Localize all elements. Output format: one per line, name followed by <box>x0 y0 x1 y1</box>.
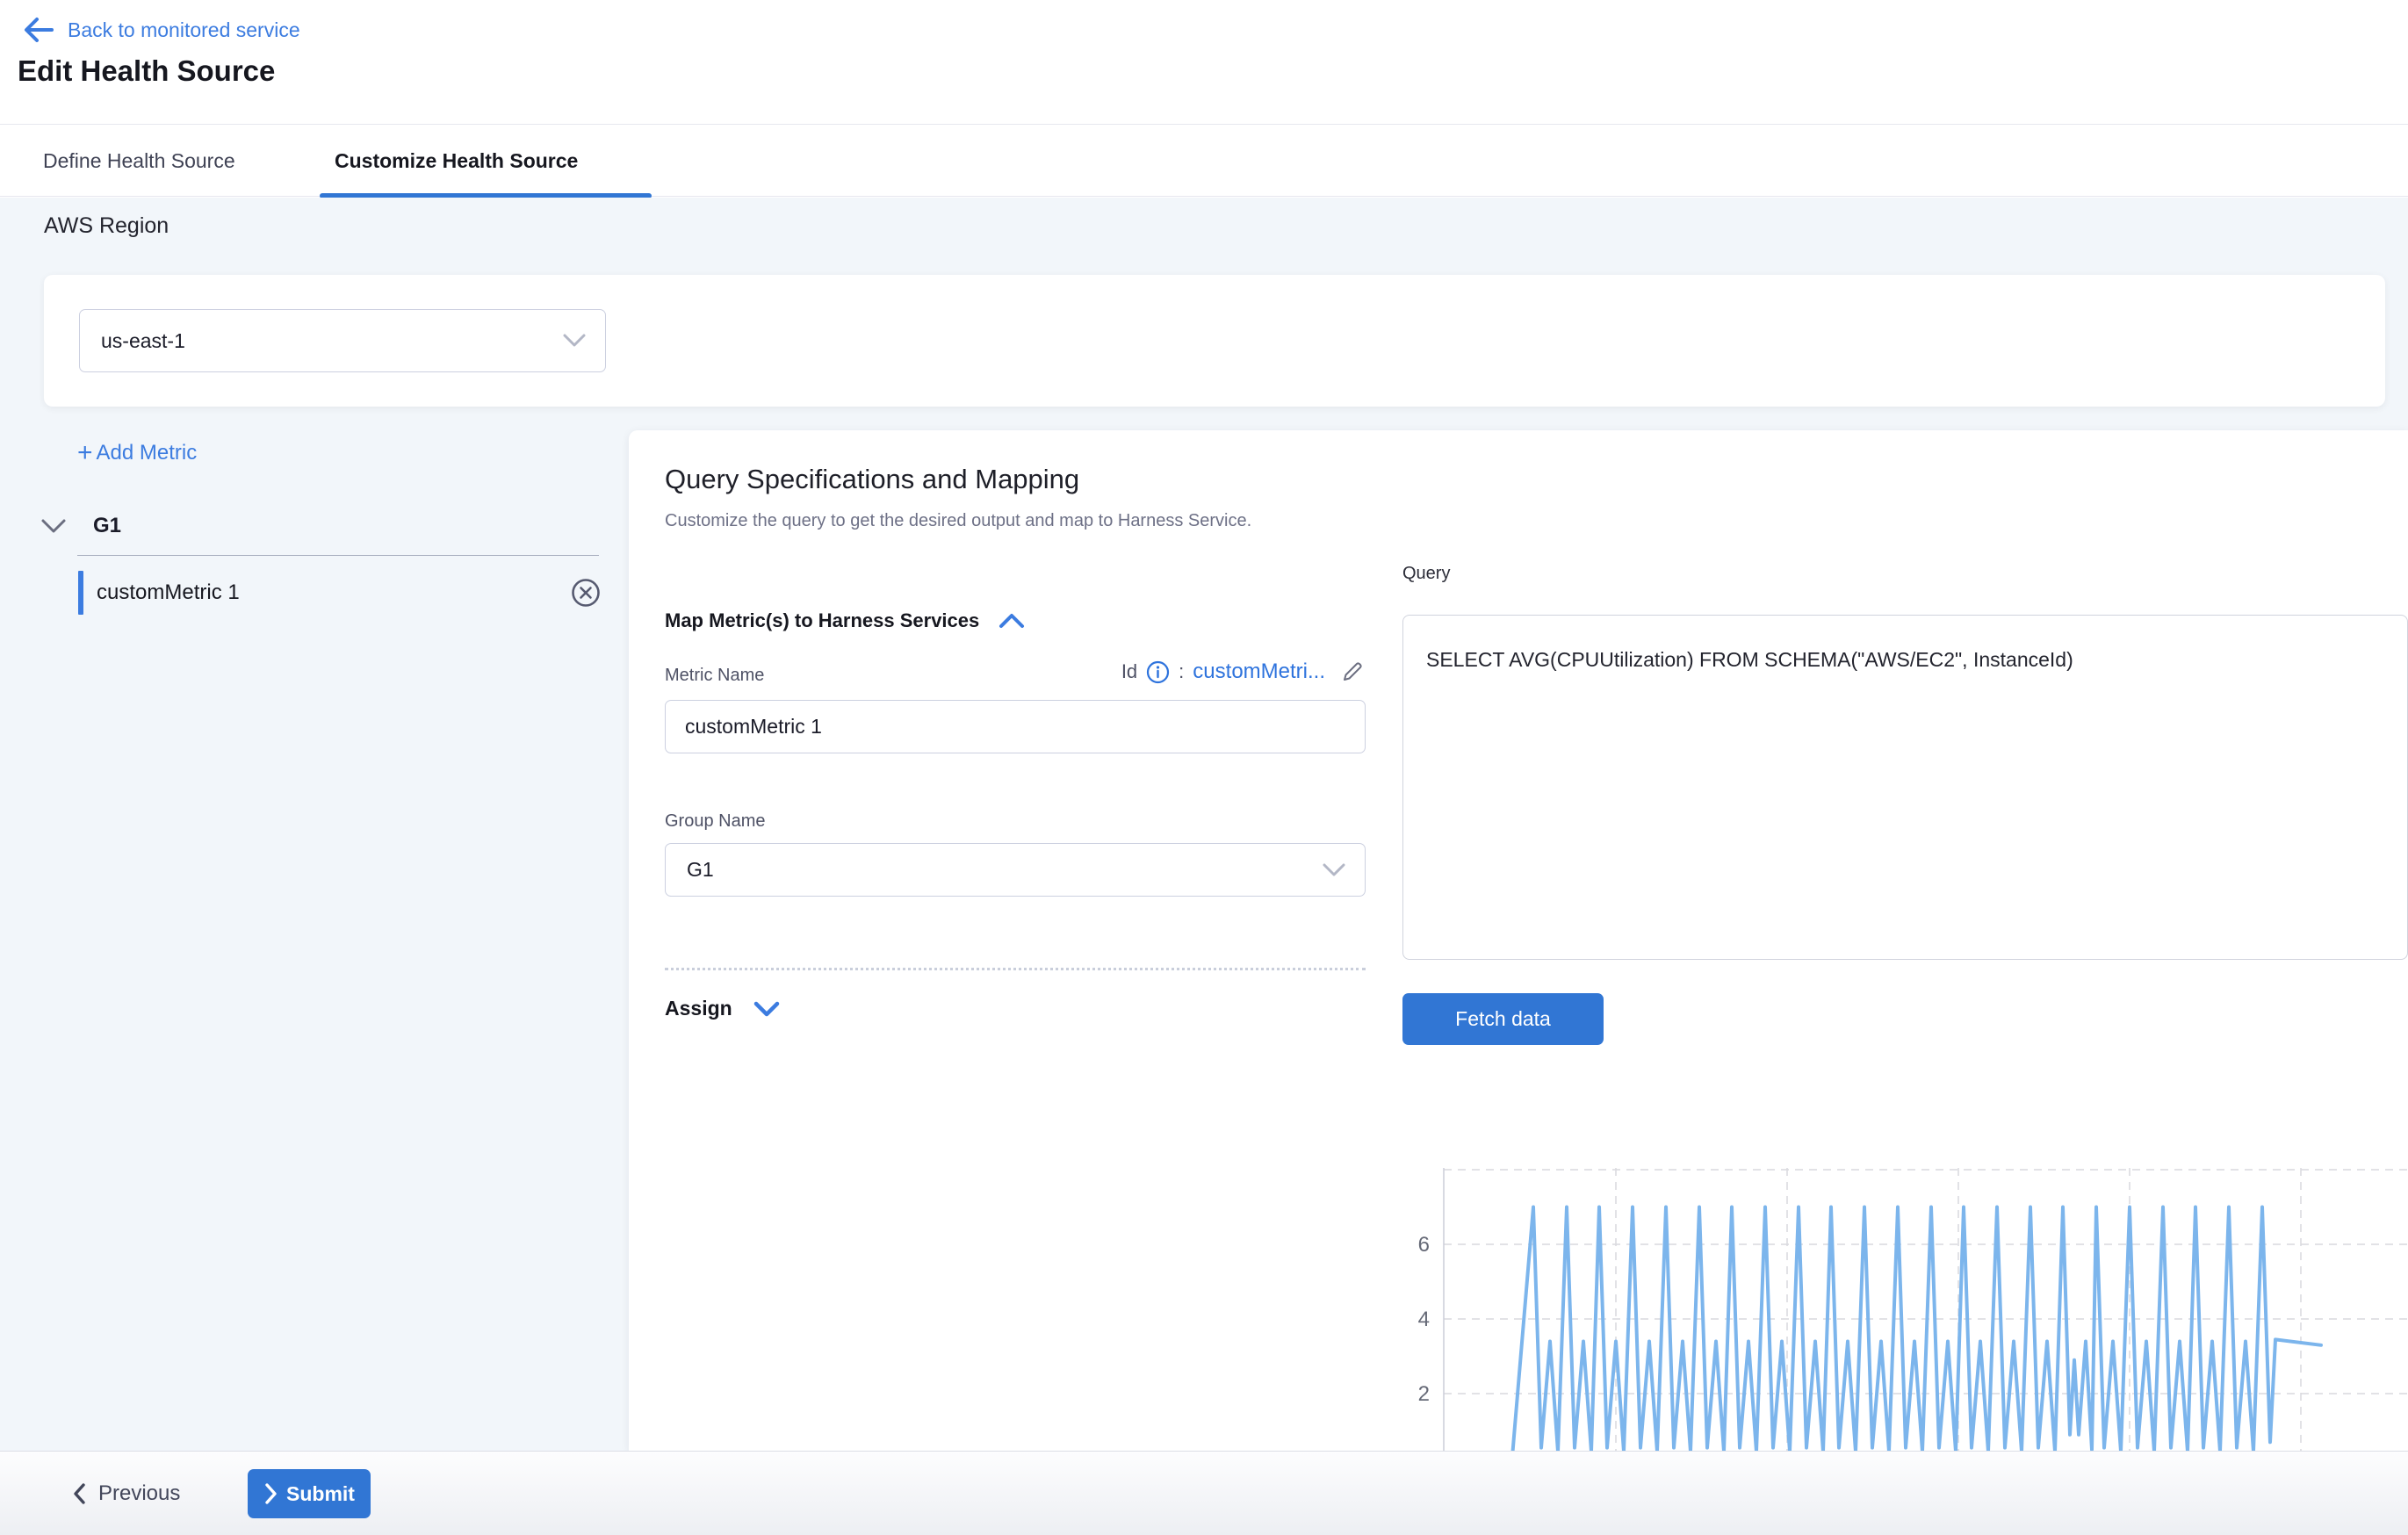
chevron-down-icon <box>40 518 67 534</box>
edit-health-source-screen: Back to monitored service Edit Health So… <box>0 0 2408 1535</box>
metric-chart: 2 4 6 <box>1388 1168 2408 1451</box>
query-label: Query <box>1402 564 1450 584</box>
section-heading: Query Specifications and Mapping <box>665 464 1079 495</box>
section-subheading: Customize the query to get the desired o… <box>665 511 1251 531</box>
chevron-left-icon <box>72 1483 86 1504</box>
metric-group-label: G1 <box>93 514 121 538</box>
assign-separator <box>665 968 1366 970</box>
svg-text:4: 4 <box>1418 1308 1430 1331</box>
chevron-down-icon <box>753 1001 780 1017</box>
submit-button-label: Submit <box>286 1482 355 1506</box>
page-title: Edit Health Source <box>18 54 275 88</box>
metric-id-value[interactable]: customMetri... <box>1193 659 1325 684</box>
selected-indicator-bar <box>78 571 83 615</box>
previous-button[interactable]: Previous <box>72 1471 180 1517</box>
aws-region-value: us-east-1 <box>101 329 185 353</box>
assign-section-header[interactable]: Assign <box>665 997 780 1020</box>
group-name-select[interactable]: G1 <box>665 843 1366 897</box>
id-separator: : <box>1179 660 1184 683</box>
add-metric-button[interactable]: + Add Metric <box>77 441 197 465</box>
metric-chart-svg: 2 4 6 <box>1388 1168 2408 1451</box>
map-metrics-section-header[interactable]: Map Metric(s) to Harness Services <box>665 609 1025 632</box>
aws-region-card: us-east-1 <box>44 275 2385 407</box>
metric-id-row: Id : customMetri... <box>665 659 1366 685</box>
chevron-down-icon <box>1323 863 1345 877</box>
map-metrics-label: Map Metric(s) to Harness Services <box>665 609 979 632</box>
group-name-label: Group Name <box>665 811 766 832</box>
svg-text:6: 6 <box>1418 1233 1430 1257</box>
aws-region-label: AWS Region <box>44 213 169 239</box>
fetch-data-button[interactable]: Fetch data <box>1402 993 1604 1045</box>
back-link-label: Back to monitored service <box>68 18 300 42</box>
tab-bar: Define Health Source Customize Health So… <box>0 126 2408 197</box>
metric-item-label: customMetric 1 <box>97 580 240 605</box>
add-metric-label: Add Metric <box>97 441 198 465</box>
circle-x-icon[interactable] <box>571 578 601 608</box>
plus-icon: + <box>77 443 93 464</box>
chevron-down-icon <box>563 334 586 348</box>
query-mapping-panel: Query Specifications and Mapping Customi… <box>629 430 2408 1451</box>
chevron-up-icon <box>999 613 1025 629</box>
submit-button[interactable]: Submit <box>248 1469 371 1518</box>
page-header: Back to monitored service Edit Health So… <box>0 0 2408 125</box>
query-textarea[interactable]: SELECT AVG(CPUUtilization) FROM SCHEMA("… <box>1402 615 2408 960</box>
tab-define-health-source[interactable]: Define Health Source <box>43 126 235 196</box>
pencil-icon[interactable] <box>1339 659 1366 685</box>
back-link[interactable]: Back to monitored service <box>22 12 300 47</box>
group-divider <box>77 555 599 556</box>
chevron-right-icon <box>263 1483 278 1504</box>
metric-group-row[interactable]: G1 <box>40 514 121 538</box>
back-arrow-icon <box>22 16 55 44</box>
group-name-value: G1 <box>687 858 714 882</box>
metric-name-input[interactable] <box>665 700 1366 753</box>
svg-text:2: 2 <box>1418 1382 1430 1406</box>
content-area: AWS Region us-east-1 + Add Metric G1 cus… <box>0 198 2408 1451</box>
metric-list-item[interactable]: customMetric 1 <box>74 568 615 617</box>
footer-bar: Previous Submit <box>0 1451 2408 1535</box>
id-label: Id <box>1121 660 1137 683</box>
aws-region-select[interactable]: us-east-1 <box>79 309 606 372</box>
info-icon[interactable] <box>1146 660 1170 684</box>
assign-label: Assign <box>665 997 732 1020</box>
previous-button-label: Previous <box>98 1481 180 1506</box>
tab-customize-health-source[interactable]: Customize Health Source <box>335 126 578 196</box>
